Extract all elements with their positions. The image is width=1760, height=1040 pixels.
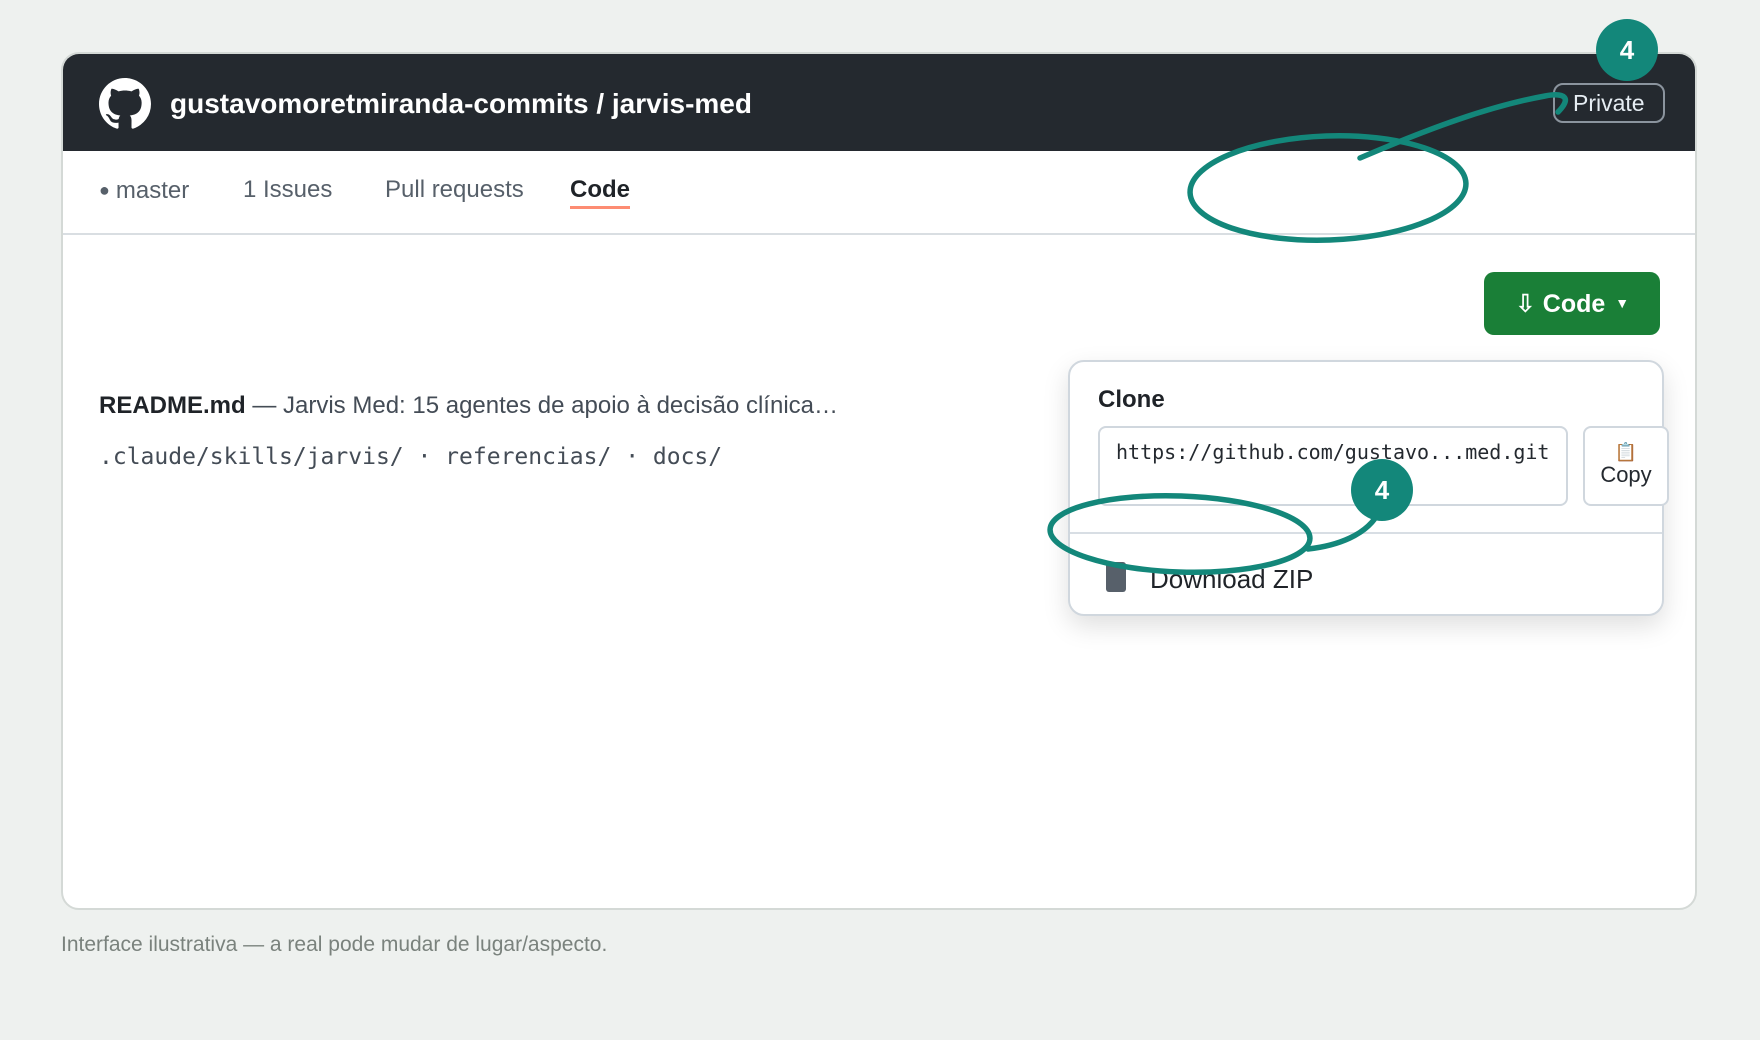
- path-separator: /: [588, 88, 612, 119]
- repo-card: gustavomoretmiranda-commits / jarvis-med…: [61, 52, 1697, 910]
- caret-down-icon: ▼: [1615, 295, 1630, 311]
- footnote: Interface ilustrativa — a real pode muda…: [61, 933, 608, 956]
- repo-name-link[interactable]: jarvis-med: [612, 88, 752, 119]
- visibility-badge: Private: [1553, 83, 1665, 123]
- github-logo-icon[interactable]: [99, 78, 151, 130]
- repo-header: gustavomoretmiranda-commits / jarvis-med…: [63, 54, 1695, 151]
- copy-label: Copy: [1600, 462, 1652, 487]
- code-dropdown-button[interactable]: ⇩ Code ▼: [1484, 272, 1660, 335]
- tab-code-label: Code: [570, 176, 630, 203]
- download-zip-item[interactable]: Download ZIP: [1106, 558, 1626, 598]
- zip-file-icon: [1106, 562, 1126, 592]
- repo-path: gustavomoretmiranda-commits / jarvis-med: [170, 88, 752, 120]
- clone-url-field[interactable]: https://github.com/gustavo...med.git: [1098, 426, 1568, 506]
- repo-nav: ● master 1 Issues Pull requests Code: [63, 151, 1695, 235]
- tab-code[interactable]: Code: [570, 151, 630, 231]
- clipboard-icon: 📋: [1614, 442, 1638, 462]
- tab-issues[interactable]: 1 Issues: [243, 151, 332, 231]
- branch-selector[interactable]: ● master: [99, 151, 189, 231]
- active-tab-underline: [570, 206, 630, 209]
- branch-label: master: [115, 177, 190, 204]
- clone-title: Clone: [1098, 386, 1165, 413]
- tab-pull-requests[interactable]: Pull requests: [385, 151, 524, 231]
- repo-owner-link[interactable]: gustavomoretmiranda-commits: [170, 88, 589, 119]
- download-arrow-icon: ⇩: [1514, 290, 1536, 318]
- copy-button[interactable]: 📋 Copy: [1583, 426, 1669, 506]
- folder-paths: .claude/skills/jarvis/ · referencias/ · …: [99, 444, 723, 470]
- popup-divider: [1070, 532, 1662, 534]
- branch-dot-icon: ●: [99, 180, 110, 200]
- readme-filename[interactable]: README.md: [99, 392, 246, 419]
- step-badge-zip: 4: [1351, 459, 1413, 521]
- readme-summary: README.md — Jarvis Med: 15 agentes de ap…: [99, 392, 838, 420]
- download-zip-label: Download ZIP: [1150, 564, 1314, 594]
- readme-description: — Jarvis Med: 15 agentes de apoio à deci…: [245, 392, 838, 419]
- step-badge-header: 4: [1596, 19, 1658, 81]
- code-button-label: Code: [1542, 290, 1606, 318]
